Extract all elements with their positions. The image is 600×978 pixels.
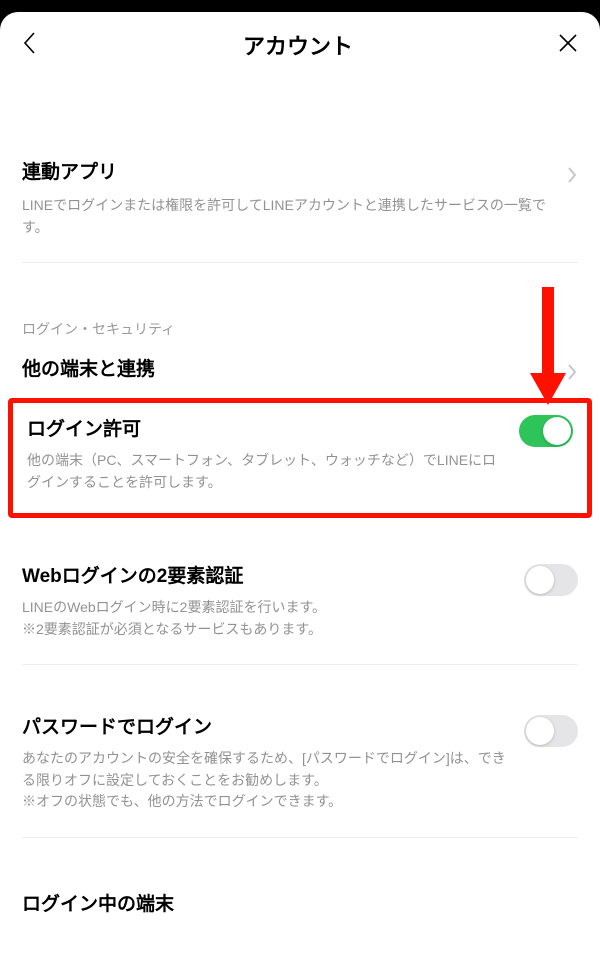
linked-apps-row[interactable]: 連動アプリ LINEでログインまたは権限を許可してLINEアカウントと連携したサ…	[0, 150, 600, 262]
logged-in-devices-row[interactable]: ログイン中の端末	[0, 892, 600, 919]
divider	[22, 664, 578, 665]
other-devices-row[interactable]: 他の端末と連携	[0, 357, 600, 386]
page-title: アカウント	[40, 29, 556, 61]
login-allow-highlight: ログイン許可 他の端末（PC、スマートフォン、タブレット、ウォッチなど）でLIN…	[8, 398, 592, 518]
logged-in-devices-title: ログイン中の端末	[22, 892, 174, 919]
other-devices-title: 他の端末と連携	[22, 357, 155, 384]
section-label-login: ログイン・セキュリティ	[0, 319, 600, 339]
chevron-right-icon	[566, 357, 578, 386]
linked-apps-title: 連動アプリ	[22, 160, 117, 187]
password-login-row: パスワードでログイン あなたのアカウントの安全を確保するため、[パスワードでログ…	[0, 715, 600, 837]
password-login-desc2: ※オフの状態でも、他の方法でログインできます。	[22, 791, 524, 813]
close-icon[interactable]	[556, 31, 580, 60]
two-factor-toggle[interactable]	[524, 564, 578, 596]
linked-apps-desc: LINEでログインまたは権限を許可してLINEアカウントと連携したサービスの一覧…	[22, 195, 578, 238]
password-login-toggle[interactable]	[524, 715, 578, 747]
password-login-title: パスワードでログイン	[22, 715, 524, 742]
annotation-arrow	[532, 287, 562, 405]
status-bar	[0, 0, 600, 12]
password-login-desc1: あなたのアカウントの安全を確保するため、[パスワードでログイン]は、できる限りオ…	[22, 748, 524, 791]
divider	[22, 837, 578, 838]
two-factor-desc1: LINEのWebログイン時に2要素認証を行います。	[22, 597, 524, 619]
login-allow-desc: 他の端末（PC、スマートフォン、タブレット、ウォッチなど）でLINEにログインす…	[27, 450, 519, 493]
login-allow-row: ログイン許可 他の端末（PC、スマートフォン、タブレット、ウォッチなど）でLIN…	[27, 417, 573, 493]
two-factor-desc2: ※2要素認証が必須となるサービスもあります。	[22, 619, 524, 641]
login-allow-title: ログイン許可	[27, 417, 519, 444]
account-settings-page: アカウント 連動アプリ LINEでログインまたは権限を許可してLINEアカウント…	[0, 12, 600, 978]
header: アカウント	[0, 12, 600, 78]
back-icon[interactable]	[20, 29, 40, 62]
two-factor-row: Webログインの2要素認証 LINEのWebログイン時に2要素認証を行います。 …	[0, 564, 600, 664]
divider	[22, 262, 578, 263]
login-allow-toggle[interactable]	[519, 415, 573, 447]
two-factor-title: Webログインの2要素認証	[22, 564, 524, 591]
chevron-right-icon	[566, 160, 578, 189]
